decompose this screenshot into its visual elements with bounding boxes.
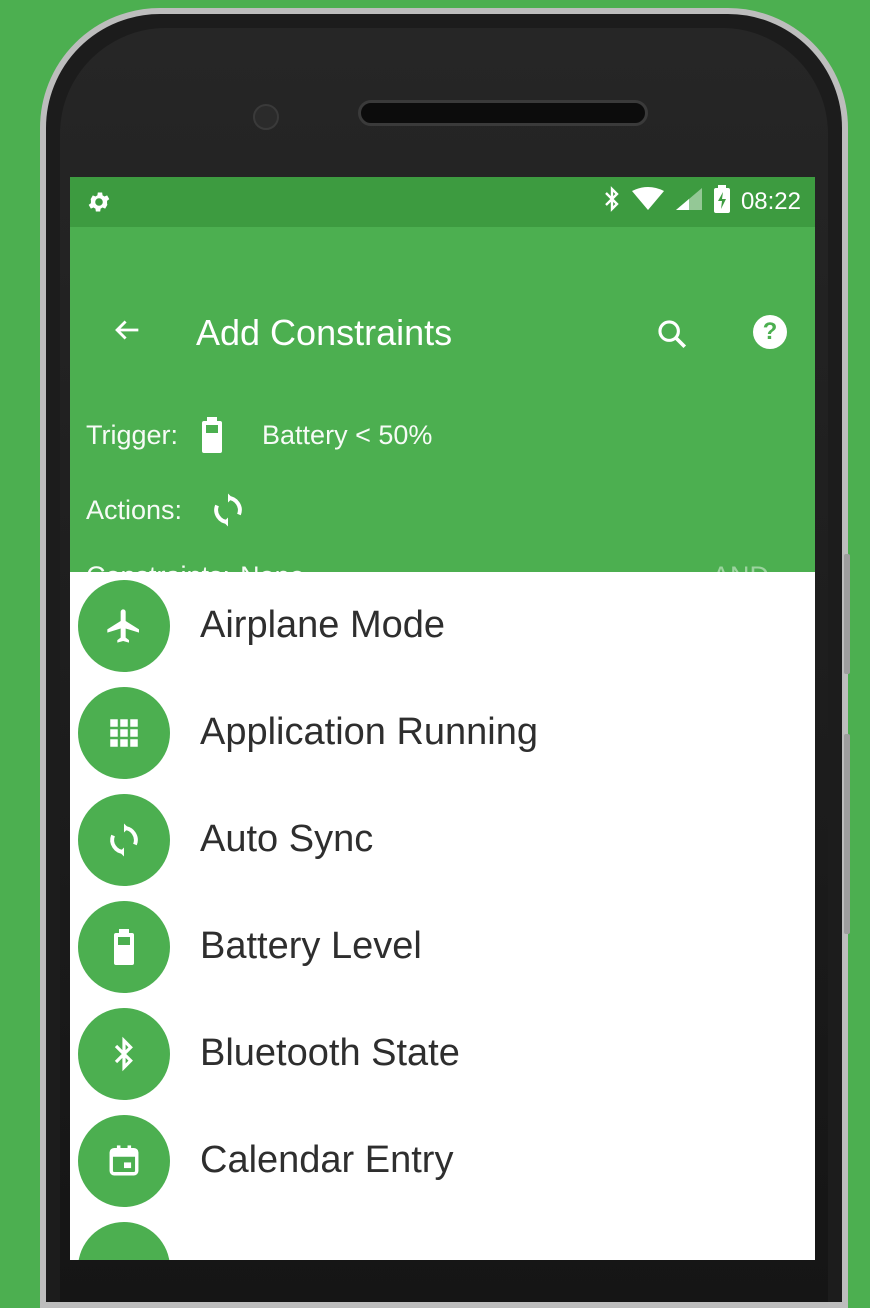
app-bar: Add Constraints ? Trigger: Battery < 50%… [70, 227, 815, 591]
search-icon[interactable] [655, 317, 689, 356]
list-item-icon [78, 1221, 170, 1260]
trigger-value: Battery < 50% [262, 419, 433, 450]
calendar-icon [78, 1114, 170, 1207]
list-item-airplane-mode[interactable]: Airplane Mode [70, 572, 815, 679]
list-item-calendar-entry[interactable]: Calendar Entry [70, 1107, 815, 1214]
sync-icon [210, 492, 246, 528]
gear-icon [86, 189, 112, 220]
list-item-auto-sync[interactable]: Auto Sync [70, 786, 815, 893]
list-item-label: Battery Level [200, 925, 422, 967]
bluetooth-icon [603, 185, 621, 219]
wifi-icon [631, 186, 665, 218]
list-item-bluetooth-state[interactable]: Bluetooth State [70, 1000, 815, 1107]
list-item-label: Auto Sync [200, 818, 374, 860]
power-button [844, 734, 850, 934]
list-item-label: Application Running [200, 711, 539, 753]
help-icon[interactable]: ? [753, 315, 787, 349]
earpiece-speaker [358, 100, 648, 126]
status-time: 08:22 [740, 188, 801, 215]
sync-icon [78, 793, 170, 886]
front-camera [253, 104, 279, 130]
list-item-label: Bluetooth State [200, 1032, 460, 1074]
list-item-battery-level[interactable]: Battery Level [70, 893, 815, 1000]
signal-icon [675, 187, 703, 218]
constraints-list: Airplane Mode Application Running Auto S… [70, 572, 815, 1260]
screen: 08:22 Add Constraints ? Trigger: Battery… [70, 177, 815, 1260]
arrow-back-icon[interactable] [110, 313, 144, 353]
list-item-label: Airplane Mode [200, 604, 446, 646]
actions-summary: Actions: [86, 492, 246, 528]
bluetooth-icon [78, 1007, 170, 1100]
list-item-application-running[interactable]: Application Running [70, 679, 815, 786]
list-item-partial[interactable] [70, 1214, 815, 1260]
volume-button [844, 554, 850, 674]
list-item-label: Calendar Entry [200, 1139, 454, 1181]
actions-label: Actions: [86, 494, 183, 525]
status-bar: 08:22 [70, 177, 815, 227]
battery-charging-icon [713, 184, 731, 220]
page-title: Add Constraints [196, 312, 453, 353]
battery-icon [200, 417, 224, 453]
battery-icon [78, 900, 170, 993]
airplane-icon [78, 579, 170, 672]
trigger-summary: Trigger: Battery < 50% [86, 417, 432, 453]
trigger-label: Trigger: [86, 419, 179, 450]
apps-grid-icon [78, 686, 170, 779]
